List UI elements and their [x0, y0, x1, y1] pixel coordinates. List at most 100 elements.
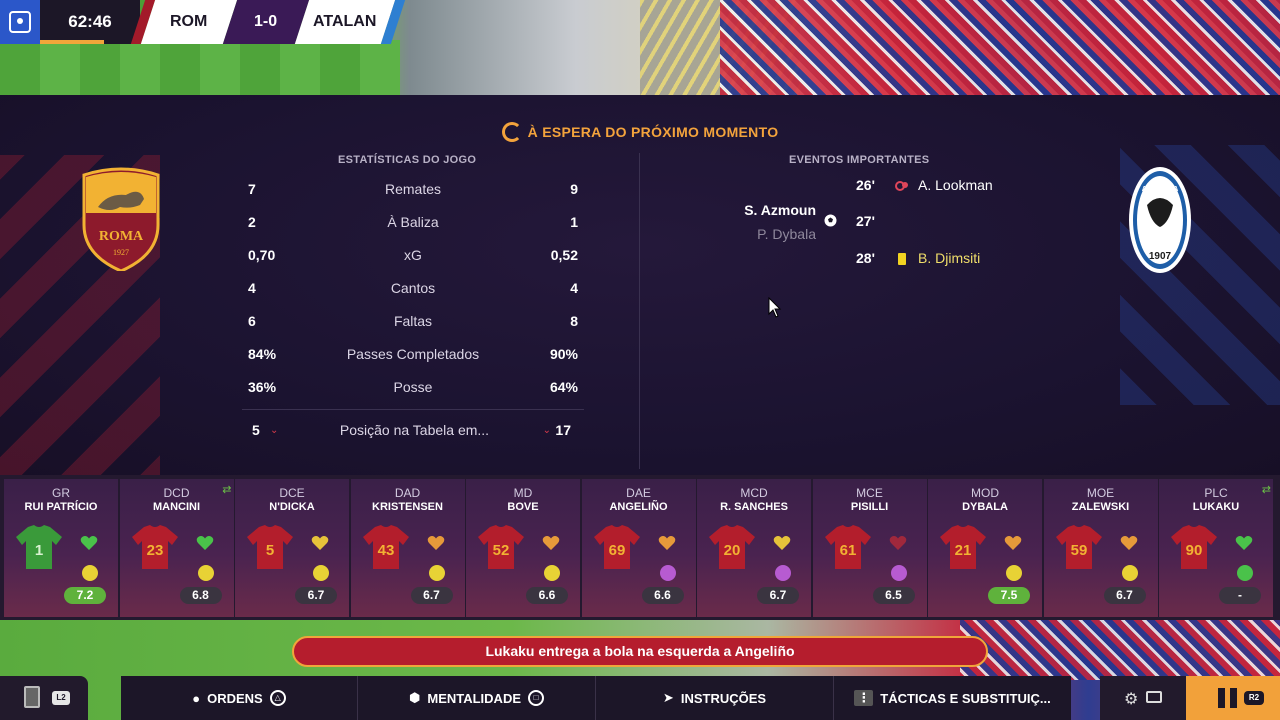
event-minute: 26': [856, 177, 875, 193]
speech-icon: ●: [192, 690, 201, 706]
player-card[interactable]: DCE N'DICKA 5 6.7: [235, 479, 349, 617]
match-icon[interactable]: [0, 0, 40, 44]
match-clock: 62:46: [40, 0, 140, 44]
stat-home: 4: [248, 280, 256, 296]
svg-text:90: 90: [1186, 542, 1203, 559]
stat-label: Faltas: [393, 313, 433, 329]
tab-ordens[interactable]: ● ORDENS △: [121, 676, 358, 720]
tab-label: MENTALIDADE: [427, 690, 521, 706]
event-minute: 27': [856, 213, 875, 229]
player-lineup-strip: GR RUI PATRÍCIO 1 7.2 DCD MANCINI 23 6.8 ⇄ DCE N'D…: [0, 475, 1280, 620]
player-position: MCD: [740, 486, 768, 500]
player-name: ANGELIÑO: [609, 501, 668, 513]
triangle-button-icon: △: [269, 690, 286, 706]
morale-face-icon: [1237, 565, 1253, 581]
player-rating: 6.6: [641, 587, 684, 604]
gear-icon[interactable]: ⚙: [1124, 689, 1138, 709]
tab-tacticas-substituicoes[interactable]: ⋮ TÁCTICAS E SUBSTITUIÇ...: [834, 676, 1071, 720]
condition-heart-icon: [1004, 536, 1022, 550]
shirt-icon: 1: [16, 525, 62, 569]
megaphone-icon: ➤: [662, 690, 674, 705]
player-card[interactable]: PLC LUKAKU 90 - ⇄: [1159, 479, 1273, 617]
player-position: MCE: [856, 486, 883, 500]
event-row: 27': [0, 213, 1280, 233]
pause-icon: [1218, 688, 1225, 708]
home-team-abbr: ROM: [140, 0, 238, 44]
condition-heart-icon: [196, 536, 213, 550]
commentary-banner: Lukaku entrega a bola na esquerda a Ange…: [292, 636, 988, 667]
player-position: DCD: [163, 486, 190, 500]
league-position-label: Posição na Tabela em...: [339, 422, 490, 438]
player-card[interactable]: MCE PISILLI 61 6.5: [812, 479, 927, 617]
tab-instrucoes[interactable]: ➤ INSTRUÇÕES: [596, 676, 834, 720]
l2-button-glyph: L2: [52, 691, 70, 705]
player-position: GR: [52, 486, 70, 500]
player-position: DAE: [626, 486, 651, 500]
keyboard-icon[interactable]: [1146, 691, 1162, 703]
condition-heart-icon: [542, 536, 560, 550]
settings-group: ⚙: [1100, 676, 1186, 720]
crowd-top: [720, 0, 1280, 95]
player-card[interactable]: MD BOVE 52 6.6: [466, 479, 580, 617]
player-card[interactable]: MOE ZALEWSKI 59 6.7: [1043, 479, 1158, 617]
loading-spinner-icon: [501, 122, 522, 142]
player-rating: 6.5: [872, 587, 915, 604]
swap-icon: ⇄: [1261, 484, 1271, 496]
player-card[interactable]: MCD R. SANCHES 20 6.7: [697, 479, 811, 617]
player-card[interactable]: DAE ANGELIÑO 69 6.6: [581, 479, 696, 617]
panel-divider: [639, 153, 640, 469]
back-button[interactable]: L2: [0, 676, 88, 720]
waiting-status: À ESPERA DO PRÓXIMO MOMENTO: [0, 122, 1280, 142]
player-position: DAD: [394, 486, 421, 500]
svg-text:59: 59: [1070, 542, 1087, 559]
condition-heart-icon: [889, 536, 906, 550]
event-row: 28' B. Djimsiti: [0, 250, 1280, 270]
svg-text:61: 61: [839, 542, 856, 559]
player-card[interactable]: MOD DYBALA 21 7.5: [928, 479, 1042, 617]
player-card[interactable]: DCD MANCINI 23 6.8 ⇄: [119, 479, 234, 617]
condition-heart-icon: [311, 536, 329, 550]
tactics-icon: ⋮: [854, 690, 874, 706]
morale-face-icon: [197, 565, 214, 581]
player-rating: 6.8: [179, 587, 222, 604]
player-name: RUI PATRÍCIO: [24, 501, 98, 513]
events-title: EVENTOS IMPORTANTES: [789, 154, 930, 166]
player-name: LUKAKU: [1192, 501, 1240, 513]
home-league-position: 5: [252, 422, 260, 438]
svg-text:23: 23: [146, 542, 163, 559]
shirt-icon: 61: [824, 525, 871, 569]
tab-mentalidade[interactable]: ⬢ MENTALIDADE □: [358, 676, 596, 720]
player-card[interactable]: GR RUI PATRÍCIO 1 7.2: [4, 479, 118, 617]
event-player: A. Lookman: [918, 177, 993, 193]
player-position: PLC: [1204, 486, 1228, 500]
stat-row: Cantos 4 4: [248, 280, 578, 300]
stat-label: Cantos: [390, 280, 436, 296]
stats-title: ESTATÍSTICAS DO JOGO: [338, 154, 477, 166]
tab-label: TÁCTICAS E SUBSTITUIÇ...: [880, 690, 1051, 706]
condition-heart-icon: [1235, 536, 1253, 550]
shirt-icon: 52: [478, 525, 524, 569]
player-name: BOVE: [507, 501, 539, 513]
match-summary-panel: À ESPERA DO PRÓXIMO MOMENTO ROMA 1927 AT…: [0, 95, 1280, 475]
stat-row: Passes Completados 84% 90%: [248, 346, 578, 366]
crowd-bottom: [960, 620, 1280, 680]
player-name: PISILLI: [850, 501, 889, 513]
shirt-icon: 43: [362, 525, 409, 569]
player-rating: 6.7: [1103, 587, 1146, 604]
condition-heart-icon: [427, 536, 444, 550]
player-rating: 7.5: [988, 587, 1030, 604]
svg-text:52: 52: [493, 542, 510, 559]
league-position-row[interactable]: Posição na Tabela em... 5 ⌄ ⌄ 17: [252, 422, 577, 442]
shield-icon: ⬢: [409, 690, 421, 705]
morale-face-icon: [890, 565, 907, 581]
shirt-icon: 5: [247, 525, 293, 569]
shirt-icon: 23: [131, 525, 178, 569]
player-rating: 7.2: [64, 587, 106, 604]
player-name: N'DICKA: [269, 501, 315, 513]
player-position: MD: [513, 486, 533, 500]
morale-face-icon: [775, 565, 791, 581]
pause-button[interactable]: R2: [1186, 676, 1280, 720]
player-name: R. SANCHES: [720, 501, 788, 513]
player-card[interactable]: DAD KRISTENSEN 43 6.7: [350, 479, 465, 617]
player-rating: 6.6: [526, 587, 568, 604]
